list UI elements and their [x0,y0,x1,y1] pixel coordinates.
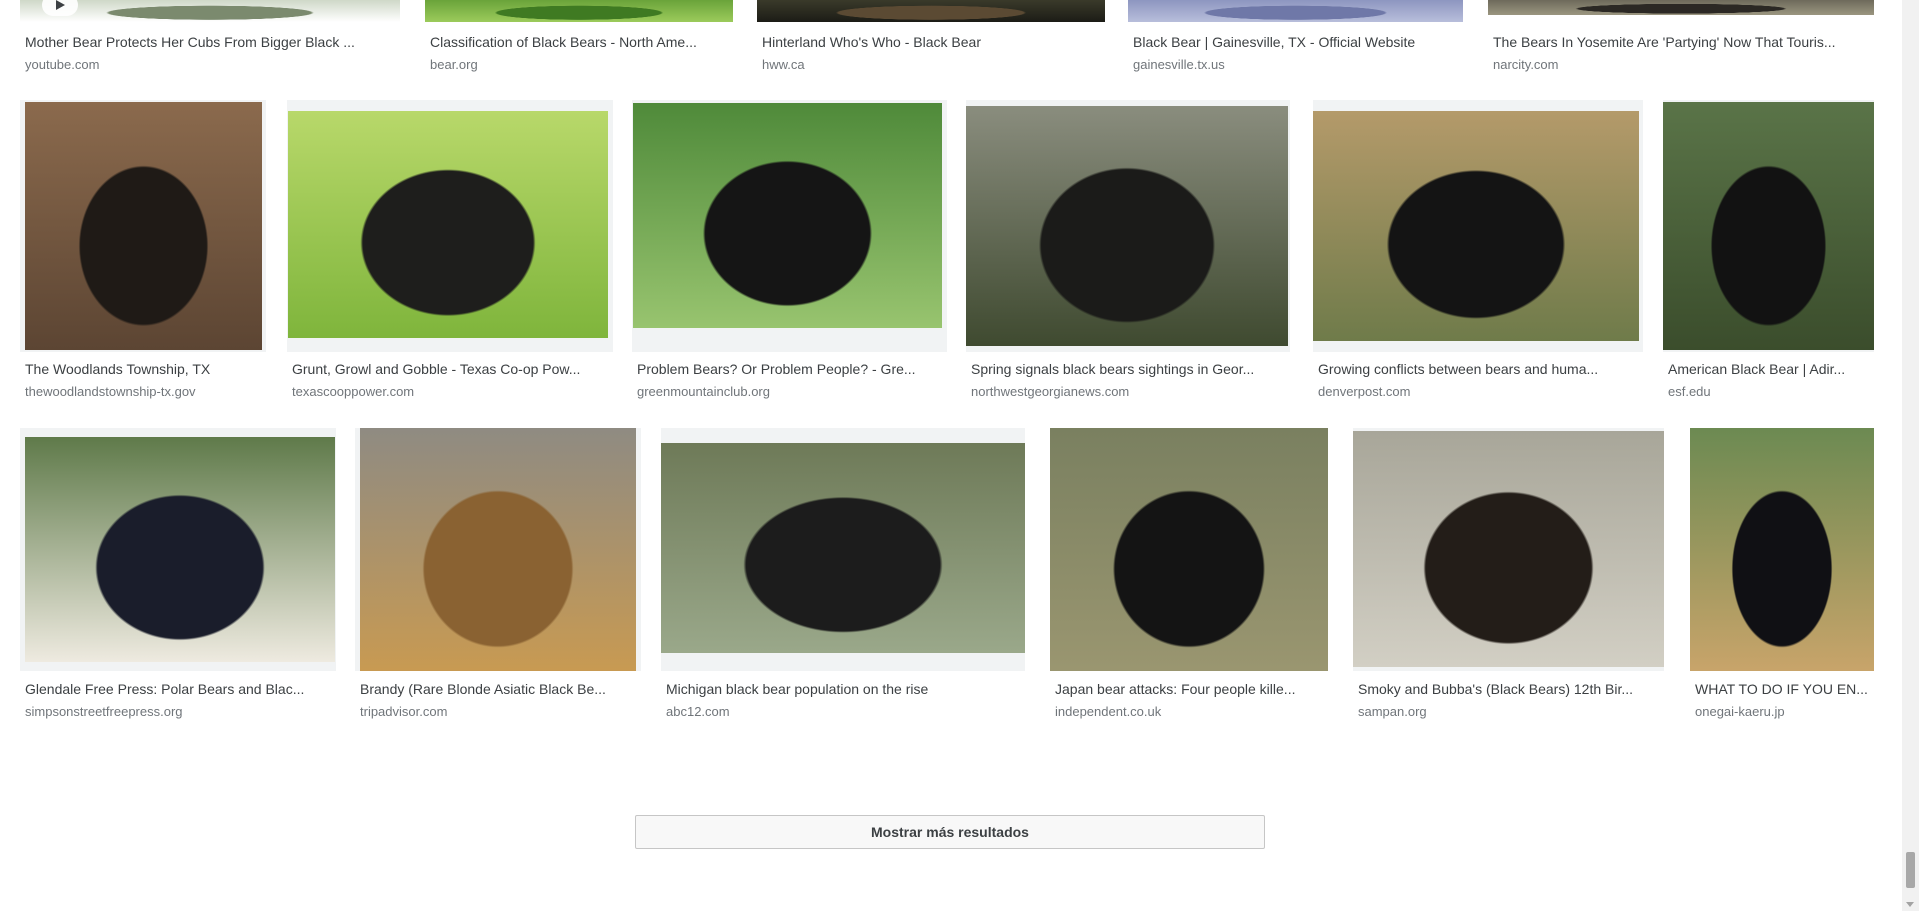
result-image[interactable] [1663,102,1874,350]
image-result-card[interactable]: The Bears In Yosemite Are 'Partying' Now… [1488,0,1874,80]
result-source[interactable]: tripadvisor.com [360,704,641,720]
result-source[interactable]: bear.org [430,57,733,73]
result-title[interactable]: American Black Bear | Adir... [1668,360,1874,378]
result-image[interactable] [25,102,262,350]
result-thumbnail[interactable] [425,0,733,22]
result-source[interactable]: narcity.com [1493,57,1874,73]
result-thumbnail[interactable] [355,428,641,671]
image-result-card[interactable]: Brandy (Rare Blonde Asiatic Black Be... … [355,428,641,728]
image-result-card[interactable]: Mother Bear Protects Her Cubs From Bigge… [20,0,400,80]
image-result-card[interactable]: Hinterland Who's Who - Black Bear hww.ca [757,0,1105,80]
result-source[interactable]: esf.edu [1668,384,1874,400]
image-result-card[interactable]: Michigan black bear population on the ri… [661,428,1025,728]
image-result-card[interactable]: Growing conflicts between bears and huma… [1313,100,1643,405]
image-result-card[interactable]: The Woodlands Township, TX thewoodlandst… [20,100,266,405]
page-scrollbar[interactable] [1902,0,1919,911]
result-image[interactable] [1690,428,1874,671]
result-thumbnail[interactable] [966,100,1290,352]
result-source[interactable]: gainesville.tx.us [1133,57,1463,73]
result-thumbnail[interactable] [632,100,947,352]
result-image[interactable] [1050,428,1328,671]
image-result-card[interactable]: Classification of Black Bears - North Am… [425,0,733,80]
image-result-card[interactable]: Glendale Free Press: Polar Bears and Bla… [20,428,336,728]
result-title[interactable]: Classification of Black Bears - North Am… [430,33,733,51]
image-result-card[interactable]: WHAT TO DO IF YOU EN... onegai-kaeru.jp [1690,428,1874,728]
result-thumbnail[interactable] [1690,428,1874,671]
result-image[interactable] [633,103,942,328]
image-result-card[interactable]: Black Bear | Gainesville, TX - Official … [1128,0,1463,80]
image-result-card[interactable]: Grunt, Growl and Gobble - Texas Co-op Po… [287,100,613,405]
result-title[interactable]: WHAT TO DO IF YOU EN... [1695,680,1874,698]
result-title[interactable]: Spring signals black bears sightings in … [971,360,1290,378]
result-source[interactable]: onegai-kaeru.jp [1695,704,1874,720]
image-result-card[interactable]: Problem Bears? Or Problem People? - Gre.… [632,100,947,405]
result-title[interactable]: The Woodlands Township, TX [25,360,266,378]
result-image[interactable] [1488,0,1874,15]
result-thumbnail[interactable] [1663,100,1874,352]
result-image[interactable] [288,111,608,338]
result-source[interactable]: northwestgeorgianews.com [971,384,1290,400]
result-thumbnail[interactable] [287,100,613,352]
result-thumbnail[interactable] [1488,0,1874,15]
result-title[interactable]: The Bears In Yosemite Are 'Partying' Now… [1493,33,1874,51]
result-source[interactable]: simpsonstreetfreepress.org [25,704,336,720]
play-icon [42,0,78,16]
result-thumbnail[interactable] [1313,100,1643,352]
result-title[interactable]: Michigan black bear population on the ri… [666,680,1025,698]
result-thumbnail[interactable] [20,100,266,352]
result-image[interactable] [1313,111,1639,341]
result-source[interactable]: greenmountainclub.org [637,384,947,400]
result-source[interactable]: thewoodlandstownship-tx.gov [25,384,266,400]
result-source[interactable]: independent.co.uk [1055,704,1328,720]
result-title[interactable]: Problem Bears? Or Problem People? - Gre.… [637,360,947,378]
result-title[interactable]: Mother Bear Protects Her Cubs From Bigge… [25,33,400,51]
result-image[interactable] [360,428,636,671]
scroll-down-arrow-icon[interactable] [1906,902,1914,907]
result-thumbnail[interactable] [20,428,336,671]
result-thumbnail[interactable] [1353,428,1664,671]
result-title[interactable]: Black Bear | Gainesville, TX - Official … [1133,33,1463,51]
result-title[interactable]: Hinterland Who's Who - Black Bear [762,33,1105,51]
image-result-card[interactable]: Japan bear attacks: Four people kille...… [1050,428,1328,728]
result-thumbnail[interactable] [1128,0,1463,22]
image-result-card[interactable]: Spring signals black bears sightings in … [966,100,1290,405]
result-image[interactable] [1353,431,1664,667]
result-thumbnail[interactable] [661,428,1025,671]
show-more-results-button[interactable]: Mostrar más resultados [635,815,1265,849]
result-source[interactable]: youtube.com [25,57,400,73]
scrollbar-thumb[interactable] [1906,852,1915,888]
result-title[interactable]: Glendale Free Press: Polar Bears and Bla… [25,680,336,698]
result-source[interactable]: texascooppower.com [292,384,613,400]
result-thumbnail[interactable] [757,0,1105,22]
image-result-card[interactable]: Smoky and Bubba's (Black Bears) 12th Bir… [1353,428,1664,728]
result-source[interactable]: hww.ca [762,57,1105,73]
result-source[interactable]: denverpost.com [1318,384,1643,400]
result-title[interactable]: Brandy (Rare Blonde Asiatic Black Be... [360,680,641,698]
result-image[interactable] [1128,0,1463,22]
result-title[interactable]: Growing conflicts between bears and huma… [1318,360,1643,378]
result-title[interactable]: Grunt, Growl and Gobble - Texas Co-op Po… [292,360,613,378]
result-source[interactable]: sampan.org [1358,704,1664,720]
image-result-card[interactable]: American Black Bear | Adir... esf.edu [1663,100,1874,405]
result-title[interactable]: Smoky and Bubba's (Black Bears) 12th Bir… [1358,680,1664,698]
result-image[interactable] [757,0,1105,22]
result-image[interactable] [661,443,1025,653]
result-image[interactable] [966,106,1288,346]
result-title[interactable]: Japan bear attacks: Four people kille... [1055,680,1328,698]
result-thumbnail[interactable] [1050,428,1328,671]
result-source[interactable]: abc12.com [666,704,1025,720]
result-image[interactable] [425,0,733,22]
result-image[interactable] [25,437,335,662]
